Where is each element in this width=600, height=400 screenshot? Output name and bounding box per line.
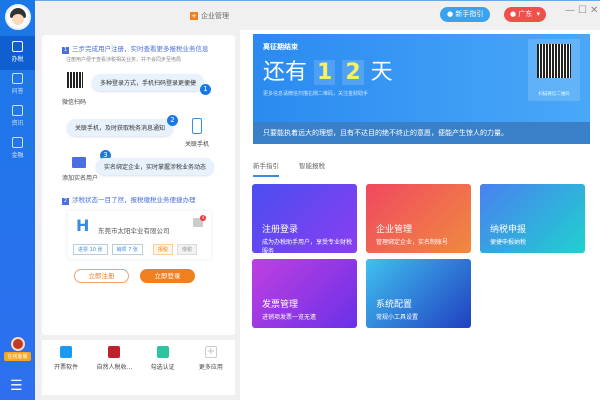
check-icon bbox=[156, 346, 169, 358]
step2-bubble: 关联手机，及时获取税务消息通知 bbox=[67, 119, 174, 136]
tab-bar: 新手指引 智能报税 bbox=[253, 160, 325, 177]
card-enterprise-management[interactable]: 企业管理 管理绑定企业，实名制账号 bbox=[366, 184, 471, 253]
app-shortcuts: 开票软件 自然人税收... 勾选认证 + 更多应用 bbox=[42, 340, 235, 395]
invoice-software-icon bbox=[60, 346, 73, 358]
plus-icon: + bbox=[190, 12, 198, 20]
step1-title: 1 三步完成用户注册，实时查看更多报税业务信息 bbox=[62, 45, 209, 54]
plus-icon: + bbox=[204, 346, 217, 358]
message-icon[interactable]: 4 bbox=[193, 215, 206, 227]
link-phone-caption: 关联手机 bbox=[185, 141, 210, 148]
banner-title: 离征期结束 bbox=[263, 43, 298, 51]
online-service-button[interactable]: 在线客服 bbox=[4, 337, 31, 361]
tab-smart-tax[interactable]: 智能报税 bbox=[299, 160, 325, 177]
step1-subtitle: 注册用户便于查看涉税相关业务，并不会同步至电局 bbox=[66, 57, 182, 63]
company-name: 东莞市太阳伞业有限公司 bbox=[98, 227, 170, 235]
sidebar-item-tax[interactable]: 办税 bbox=[0, 36, 35, 70]
sidebar-item-news[interactable]: 资讯 bbox=[0, 100, 35, 134]
qa-icon bbox=[12, 73, 23, 84]
qr-code-icon bbox=[67, 72, 83, 88]
title-bar: + 企业管理 ● 新手指引 ● 广东 ▾ — ☐ ✕ bbox=[35, 0, 600, 30]
days-countdown: 还有 1 2 天 bbox=[263, 60, 393, 85]
app-personal-tax[interactable]: 自然人税收... bbox=[92, 346, 137, 395]
register-button[interactable]: 立即注册 bbox=[74, 269, 129, 283]
card-tax-filing[interactable]: 纳税申报 便捷申报纳税 bbox=[480, 184, 585, 253]
finance-icon bbox=[12, 137, 23, 148]
sidebar-item-qa[interactable]: 问答 bbox=[0, 68, 35, 102]
company-logo: H bbox=[76, 216, 90, 235]
main-content: 离征期结束 还有 1 2 天 更多信息请微信扫描右侧二维码，关注金财助手 扫描微… bbox=[240, 30, 600, 400]
step1-bubble: 多种登录方式，手机扫码登录更便捷 bbox=[92, 74, 205, 91]
wechat-scan-caption: 微信扫码 bbox=[62, 99, 87, 106]
news-icon bbox=[12, 105, 23, 116]
phone-icon bbox=[192, 118, 202, 134]
personal-tax-icon bbox=[108, 346, 121, 358]
minimize-button[interactable]: — bbox=[565, 5, 575, 16]
maximize-button[interactable]: ☐ bbox=[578, 5, 587, 16]
close-button[interactable]: ✕ bbox=[590, 5, 598, 16]
app-title: + 企业管理 bbox=[190, 12, 229, 20]
app-select-verify[interactable]: 勾选认证 bbox=[140, 346, 185, 395]
chevron-down-icon: ▾ bbox=[536, 10, 540, 18]
card-system-config[interactable]: 系统配置 常规小工具设置 bbox=[366, 259, 471, 328]
company-stats: 进票 10 张 销项 7 张 报税 缴税 bbox=[73, 244, 197, 255]
card-register-login[interactable]: 注册登录 成为办税助手用户，享受专业财税服务 bbox=[252, 184, 357, 253]
motto-strip: 只要能执着远大的理想，且有不达目的绝不终止的意愿，便能产生惊人的力量。 bbox=[253, 122, 590, 144]
deadline-banner: 离征期结束 还有 1 2 天 更多信息请微信扫描右侧二维码，关注金财助手 扫描微… bbox=[253, 34, 590, 144]
wechat-qr: 扫描微信二维码 bbox=[528, 39, 580, 101]
menu-icon[interactable]: ☰ bbox=[10, 378, 23, 394]
login-button[interactable]: 立即登录 bbox=[140, 269, 195, 283]
region-select[interactable]: ● 广东 ▾ bbox=[504, 7, 546, 22]
app-more[interactable]: + 更多应用 bbox=[188, 346, 233, 395]
tax-icon bbox=[12, 41, 23, 52]
company-card[interactable]: H 东莞市太阳伞业有限公司 4 进票 10 张 销项 7 张 报税 缴税 bbox=[68, 211, 211, 259]
step2-badge: 2 bbox=[167, 115, 178, 126]
card-invoice-management[interactable]: 发票管理 进销项发票一览无遗 bbox=[252, 259, 357, 328]
tab-beginner-guide[interactable]: 新手指引 bbox=[253, 160, 279, 177]
banner-description: 更多信息请微信扫描右侧二维码，关注金财助手 bbox=[263, 91, 369, 97]
step3-bubble: 实名绑定企业，实时掌握涉税业务动态 bbox=[96, 158, 215, 175]
sidebar-item-finance[interactable]: 金融 bbox=[0, 132, 35, 166]
registration-guide-panel: 1 三步完成用户注册，实时查看更多报税业务信息 注册用户便于查看涉税相关业务，并不… bbox=[42, 35, 235, 335]
guide-button[interactable]: ● 新手指引 bbox=[440, 7, 491, 22]
app-invoice-software[interactable]: 开票软件 bbox=[44, 346, 89, 395]
sidebar: 办税 问答 资讯 金融 在线客服 ☰ bbox=[0, 0, 35, 400]
step2-title: 2 涉税状态一目了然，报税缴税业务便捷办理 bbox=[62, 196, 196, 205]
add-user-icon bbox=[72, 157, 86, 168]
avatar[interactable] bbox=[5, 4, 31, 30]
add-user-caption: 添加实名用户 bbox=[62, 175, 99, 182]
service-avatar-icon bbox=[10, 337, 25, 351]
step1-badge: 1 bbox=[200, 84, 211, 95]
qr-code-icon bbox=[537, 44, 571, 78]
